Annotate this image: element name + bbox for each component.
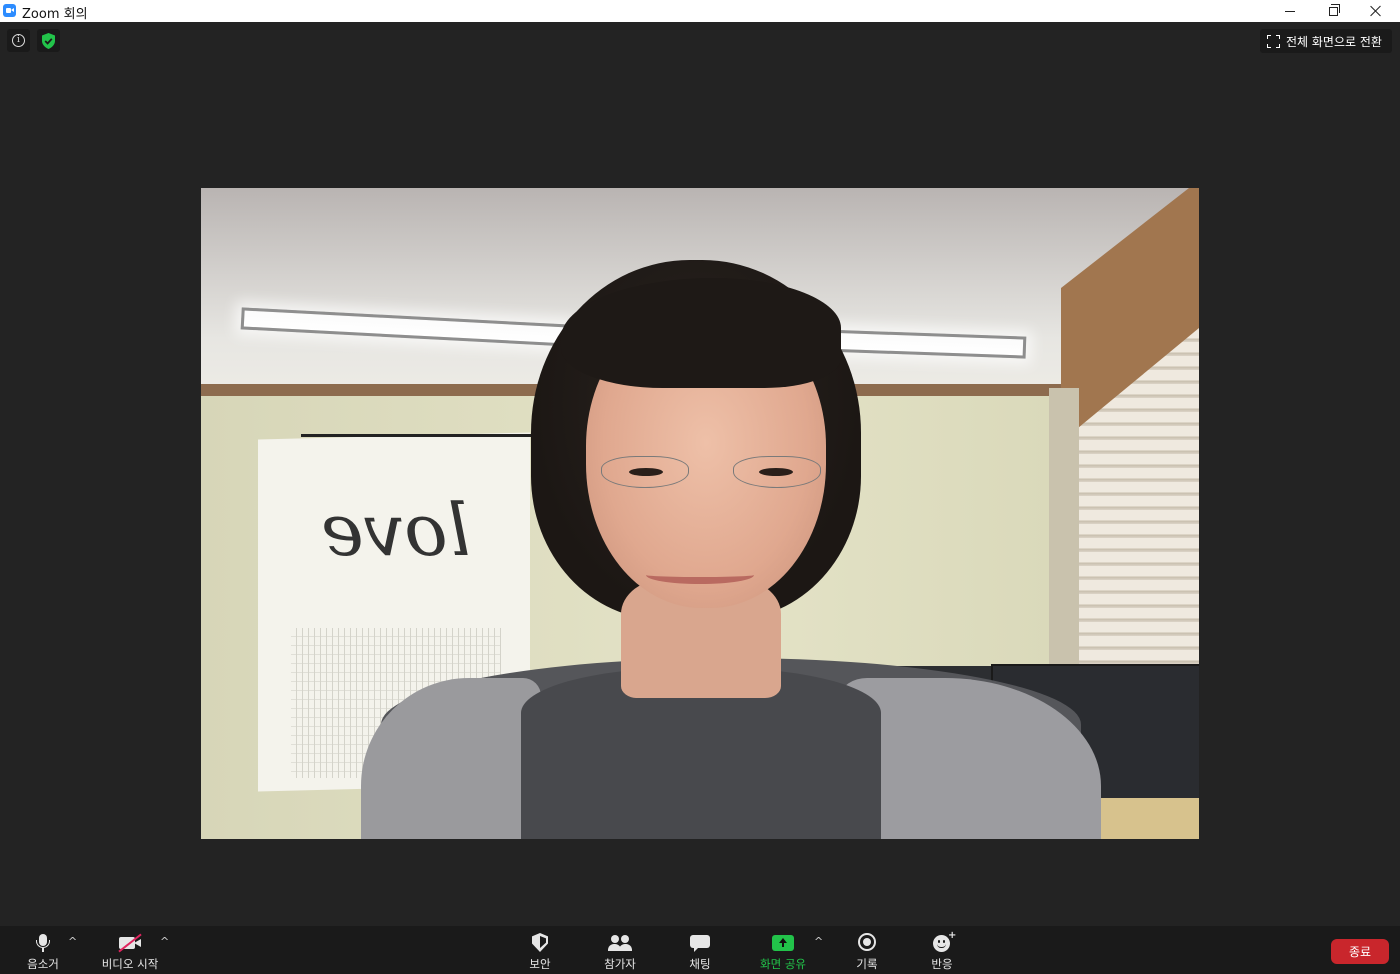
chat-icon bbox=[688, 932, 712, 954]
restore-icon bbox=[1328, 3, 1340, 16]
record-button[interactable]: 기록 bbox=[847, 926, 887, 974]
record-icon bbox=[855, 932, 879, 954]
encryption-status-button[interactable] bbox=[37, 29, 60, 52]
video-options-caret-icon[interactable]: ^ bbox=[160, 935, 169, 948]
participants-label: 참가자 bbox=[604, 957, 636, 971]
window-title: Zoom 회의 bbox=[22, 7, 88, 22]
person-glasses bbox=[601, 456, 821, 490]
close-icon bbox=[1370, 5, 1382, 17]
participant-video: love bbox=[201, 188, 1199, 839]
minimize-button[interactable] bbox=[1270, 0, 1310, 22]
security-button[interactable]: 보안 bbox=[520, 926, 560, 974]
share-options-caret-icon[interactable]: ^ bbox=[814, 935, 823, 948]
fullscreen-icon bbox=[1267, 34, 1280, 48]
share-screen-label: 화면 공유 bbox=[760, 957, 806, 971]
end-meeting-button[interactable]: 종료 bbox=[1331, 939, 1389, 964]
record-label: 기록 bbox=[856, 957, 878, 971]
participants-icon bbox=[608, 932, 632, 954]
microphone-icon bbox=[31, 932, 55, 954]
reaction-smiley-icon: + bbox=[930, 930, 956, 954]
fullscreen-button[interactable]: 전체 화면으로 전환 bbox=[1260, 29, 1392, 53]
reactions-label: 반응 bbox=[931, 957, 953, 971]
start-video-button[interactable]: 비디오 시작 bbox=[98, 926, 162, 974]
meeting-toolbar: 음소거 ^ 비디오 시작 ^ 보안 참가자 채팅 화면 공유 ^ 기록 + 반응 bbox=[0, 926, 1400, 974]
restore-button[interactable] bbox=[1313, 0, 1353, 22]
info-icon: i bbox=[12, 34, 25, 47]
mute-button[interactable]: 음소거 bbox=[20, 926, 66, 974]
fullscreen-label: 전체 화면으로 전환 bbox=[1286, 34, 1382, 49]
shield-icon bbox=[528, 932, 552, 954]
meeting-info-button[interactable]: i bbox=[7, 29, 30, 52]
title-bar: Zoom 회의 bbox=[0, 0, 1400, 22]
person-mouth bbox=[646, 566, 754, 584]
chat-label: 채팅 bbox=[689, 957, 711, 971]
shield-check-icon bbox=[42, 32, 55, 49]
audio-options-caret-icon[interactable]: ^ bbox=[68, 935, 77, 948]
poster-text: love bbox=[321, 488, 471, 572]
close-button[interactable] bbox=[1356, 0, 1396, 22]
participants-button[interactable]: 참가자 bbox=[598, 926, 642, 974]
minimize-icon bbox=[1285, 10, 1295, 12]
reactions-button[interactable]: + 반응 bbox=[922, 926, 962, 974]
video-poster-rod bbox=[301, 434, 537, 437]
start-video-label: 비디오 시작 bbox=[101, 957, 159, 971]
mute-label: 음소거 bbox=[27, 957, 59, 971]
video-camera-off-icon bbox=[118, 932, 142, 954]
share-screen-button[interactable]: 화면 공유 bbox=[754, 926, 812, 974]
zoom-logo-icon bbox=[3, 4, 16, 17]
share-screen-icon bbox=[771, 932, 795, 954]
chat-button[interactable]: 채팅 bbox=[680, 926, 720, 974]
security-label: 보안 bbox=[529, 957, 551, 971]
